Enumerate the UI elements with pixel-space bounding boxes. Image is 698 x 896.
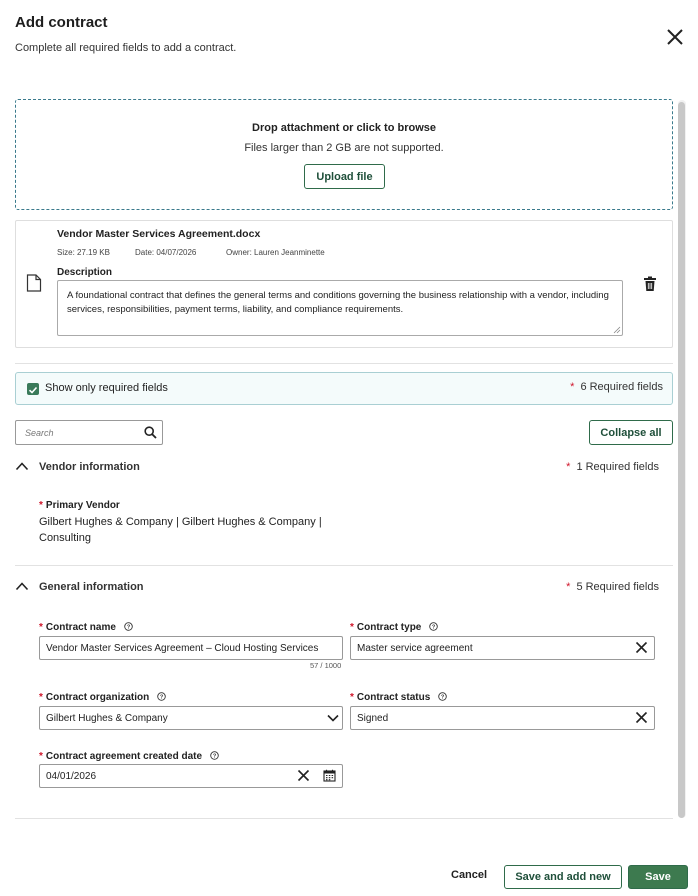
- show-required-checkbox[interactable]: [27, 383, 39, 395]
- close-icon[interactable]: [664, 26, 686, 48]
- contract-type-value: Master service agreement: [357, 643, 473, 654]
- show-required-label[interactable]: Show only required fields: [45, 382, 168, 394]
- contract-status-select[interactable]: Signed: [350, 706, 655, 730]
- required-count: * 6 Required fields: [570, 381, 663, 393]
- divider: [15, 363, 673, 364]
- help-icon[interactable]: ?: [157, 692, 166, 701]
- cancel-button[interactable]: Cancel: [451, 869, 487, 881]
- contract-type-select[interactable]: Master service agreement: [350, 636, 655, 660]
- dialog-subtitle: Complete all required fields to add a co…: [15, 42, 237, 54]
- required-filter-bar: Show only required fields * 6 Required fi…: [15, 372, 673, 405]
- description-textarea[interactable]: A foundational contract that defines the…: [57, 280, 623, 336]
- trash-icon[interactable]: [643, 276, 657, 292]
- upload-file-button[interactable]: Upload file: [304, 164, 385, 189]
- created-date-value: 04/01/2026: [46, 771, 97, 782]
- contract-organization-value: Gilbert Hughes & Company: [46, 713, 168, 724]
- divider: [15, 565, 673, 566]
- created-date-label: * Contract agreement created date ?: [39, 751, 219, 762]
- contract-name-label: * Contract name ?: [39, 622, 133, 633]
- chevron-down-icon[interactable]: [327, 714, 339, 722]
- section-required-general: * 5 Required fields: [566, 581, 659, 593]
- document-icon: [26, 274, 42, 292]
- section-title-general[interactable]: General information: [39, 581, 144, 593]
- search-icon[interactable]: [144, 426, 157, 439]
- section-title-vendor[interactable]: Vendor information: [39, 461, 140, 473]
- contract-status-value: Signed: [357, 713, 389, 724]
- collapse-all-button[interactable]: Collapse all: [589, 420, 673, 445]
- dropzone-note: Files larger than 2 GB are not supported…: [244, 142, 444, 154]
- checkmark-icon: [28, 386, 38, 394]
- contract-organization-label: * Contract organization ?: [39, 692, 166, 703]
- primary-vendor-label: * Primary Vendor: [39, 500, 120, 511]
- save-and-add-new-button[interactable]: Save and add new: [504, 865, 622, 889]
- search-input[interactable]: Search: [15, 420, 163, 445]
- search-placeholder: Search: [25, 428, 54, 438]
- file-size: Size: 27.19 KB: [57, 248, 110, 257]
- section-required-vendor: * 1 Required fields: [566, 461, 659, 473]
- chevron-up-icon[interactable]: [15, 461, 29, 471]
- contract-type-label: * Contract type ?: [350, 622, 438, 633]
- description-text: A foundational contract that defines the…: [67, 290, 609, 315]
- clear-icon[interactable]: [635, 641, 648, 654]
- help-icon[interactable]: ?: [210, 751, 219, 760]
- contract-status-label: * Contract status ?: [350, 692, 447, 703]
- help-icon[interactable]: ?: [438, 692, 447, 701]
- file-date: Date: 04/07/2026: [135, 248, 197, 257]
- save-button[interactable]: Save: [628, 865, 688, 889]
- clear-icon[interactable]: [297, 769, 310, 782]
- primary-vendor-value: Gilbert Hughes & Company | Gilbert Hughe…: [39, 516, 322, 544]
- chevron-up-icon[interactable]: [15, 581, 29, 591]
- contract-name-input[interactable]: Vendor Master Services Agreement – Cloud…: [39, 636, 343, 660]
- clear-icon[interactable]: [635, 711, 648, 724]
- contract-name-value: Vendor Master Services Agreement – Cloud…: [46, 643, 319, 654]
- contract-organization-select[interactable]: Gilbert Hughes & Company: [39, 706, 343, 730]
- attachment-card: Vendor Master Services Agreement.docx Si…: [15, 220, 673, 348]
- help-icon[interactable]: ?: [429, 622, 438, 631]
- resize-grip-icon[interactable]: [613, 326, 621, 334]
- dialog-title: Add contract: [15, 14, 108, 31]
- file-name: Vendor Master Services Agreement.docx: [57, 228, 261, 240]
- dropzone-title: Drop attachment or click to browse: [252, 122, 436, 134]
- scrollbar-thumb[interactable]: [678, 102, 685, 818]
- help-icon[interactable]: ?: [123, 622, 133, 631]
- description-label: Description: [57, 267, 113, 278]
- divider: [15, 818, 673, 819]
- contract-name-counter: 57 / 1000: [310, 661, 342, 670]
- attachment-dropzone[interactable]: Drop attachment or click to browse Files…: [15, 99, 673, 210]
- file-owner: Owner: Lauren Jeanminette: [226, 248, 325, 257]
- calendar-icon[interactable]: [323, 769, 336, 782]
